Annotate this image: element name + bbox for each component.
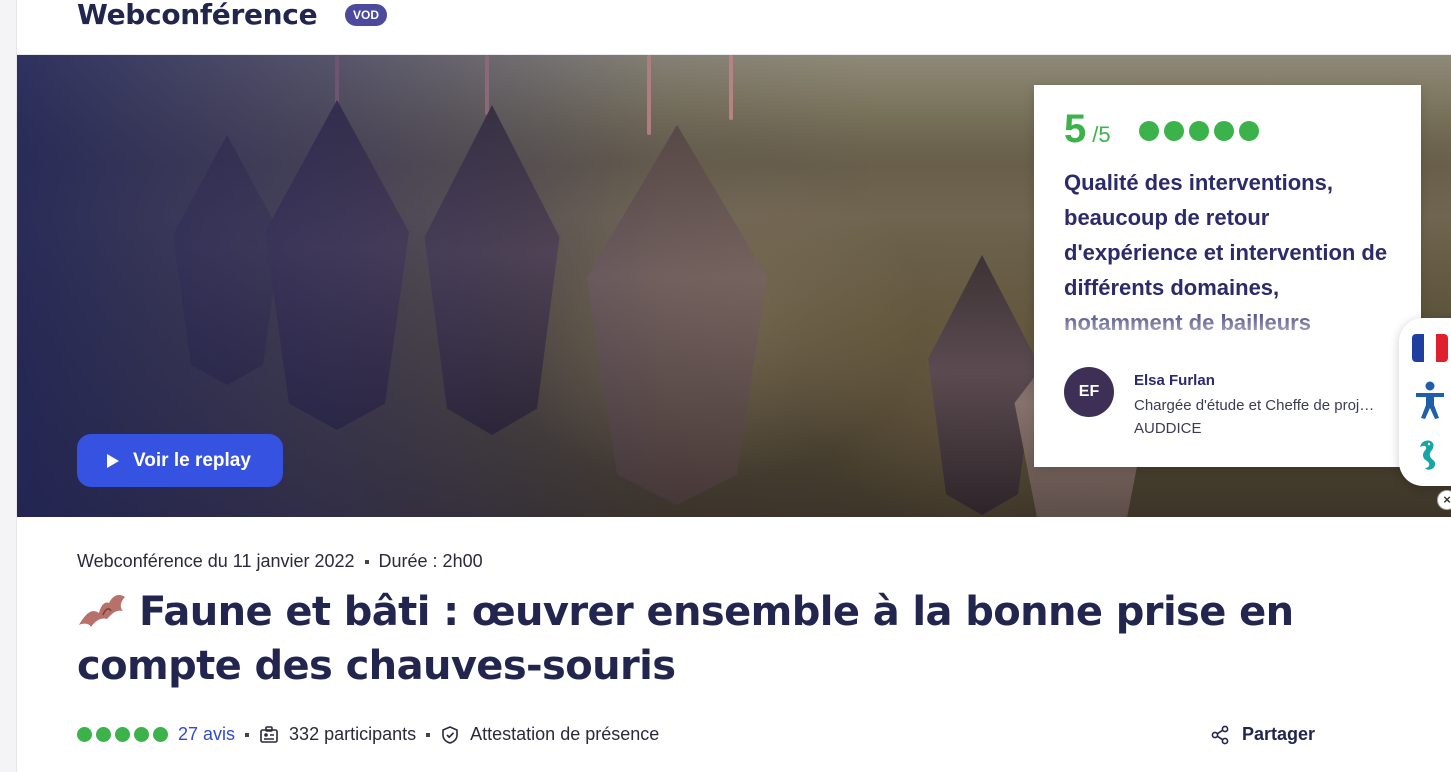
title-text: Faune et bâti : œuvrer ensemble à la bon… xyxy=(77,589,1294,689)
stats-rating-dots xyxy=(77,727,168,742)
page: Webconférence VOD Voir le replay 5 /5 Qu… xyxy=(16,0,1451,772)
event-duration: Durée : 2h00 xyxy=(378,551,483,571)
score-value: 5 xyxy=(1064,107,1087,151)
reviews-link[interactable]: 27 avis xyxy=(178,724,235,745)
rating-dot-icon xyxy=(134,727,149,742)
bat-icon xyxy=(79,595,125,627)
replay-label: Voir le replay xyxy=(133,449,251,471)
event-meta: Webconférence du 11 janvier 2022 Durée :… xyxy=(77,551,483,572)
seahorse-icon[interactable] xyxy=(1413,438,1443,482)
share-button[interactable]: Partager xyxy=(1210,724,1315,745)
share-icon xyxy=(1211,725,1229,744)
review-author: EF Elsa Furlan Chargée d'étude et Cheffe… xyxy=(1064,367,1386,437)
shield-check-icon xyxy=(442,725,458,744)
close-icon[interactable]: × xyxy=(1437,490,1451,510)
avatar: EF xyxy=(1064,367,1114,417)
rating-dot-icon xyxy=(153,727,168,742)
brand-title: Webconférence xyxy=(77,0,318,31)
rating-dot-icon xyxy=(1189,121,1209,141)
top-bar: Webconférence VOD xyxy=(17,0,1451,55)
review-rating-dots xyxy=(1139,121,1259,141)
rating-dot-icon xyxy=(1214,121,1234,141)
separator xyxy=(426,732,431,737)
rating-dot-icon xyxy=(96,727,111,742)
rating-dot-icon xyxy=(1239,121,1259,141)
rating-dot-icon xyxy=(1139,121,1159,141)
badge-icon xyxy=(260,725,278,743)
event-date: Webconférence du 11 janvier 2022 xyxy=(77,551,355,571)
rating-dot-icon xyxy=(1164,121,1184,141)
event-stats: 27 avis 332 participants Attestation de … xyxy=(77,724,659,745)
replay-button[interactable]: Voir le replay xyxy=(77,434,283,487)
page-title: Faune et bâti : œuvrer ensemble à la bon… xyxy=(77,585,1337,693)
author-name: Elsa Furlan xyxy=(1134,372,1215,389)
review-score: 5 /5 xyxy=(1064,107,1111,152)
score-scale: /5 xyxy=(1092,122,1111,147)
separator xyxy=(245,732,250,737)
review-card: 5 /5 Qualité des interventions, beaucoup… xyxy=(1034,85,1421,467)
side-widget xyxy=(1399,318,1451,486)
rating-dot-icon xyxy=(77,727,92,742)
vod-badge: VOD xyxy=(345,4,388,26)
accessibility-icon[interactable] xyxy=(1413,380,1447,420)
separator xyxy=(364,559,369,564)
quote-fade xyxy=(1064,305,1394,350)
author-role: Chargée d'étude et Cheffe de proj… xyxy=(1134,397,1375,414)
flag-fr-icon[interactable] xyxy=(1412,334,1448,362)
rating-dot-icon xyxy=(115,727,130,742)
author-org: AUDDICE xyxy=(1134,420,1202,437)
play-icon xyxy=(107,453,119,468)
certificate-label: Attestation de présence xyxy=(470,724,660,744)
participants-count: 332 participants xyxy=(289,724,417,744)
share-label: Partager xyxy=(1242,724,1316,744)
